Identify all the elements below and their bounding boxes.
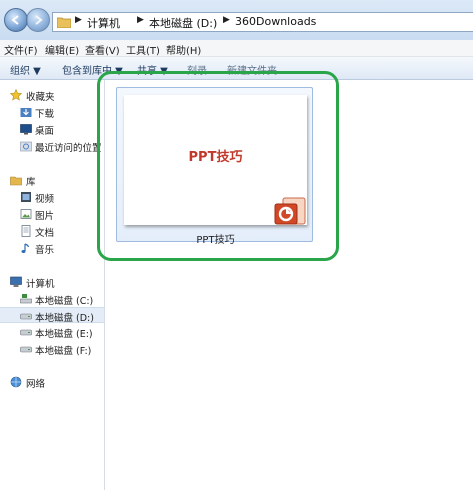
document-icon	[21, 225, 31, 237]
navigation-pane: 收藏夹 下载 桌面 最近访问的位置 库 视频 图片 文档 音乐 计算机 本地磁盘…	[0, 80, 105, 490]
menu-tools[interactable]: 工具(T)	[126, 42, 160, 57]
arrow-left-icon	[11, 15, 19, 25]
breadcrumb-separator-icon[interactable]: ▶	[223, 15, 230, 25]
folder-icon	[57, 17, 71, 28]
system-drive-icon	[20, 294, 32, 304]
recent-places-icon	[20, 141, 32, 152]
sidebar-item-label: 库	[26, 177, 36, 188]
sidebar-item-videos[interactable]: 视频	[0, 189, 104, 205]
star-icon	[10, 89, 22, 101]
download-folder-icon	[20, 108, 32, 117]
sidebar-item-downloads[interactable]: 下载	[0, 104, 104, 120]
menu-bar: 文件(F) 编辑(E) 查看(V) 工具(T) 帮助(H)	[0, 40, 473, 57]
breadcrumb[interactable]: ▶ 计算机 ▶ 本地磁盘 (D:) ▶ 360Downloads	[52, 12, 473, 32]
sidebar-item-documents[interactable]: 文档	[0, 223, 104, 239]
forward-button[interactable]	[26, 8, 50, 32]
sidebar-item-label: 桌面	[35, 126, 55, 137]
sidebar-item-label: 网络	[26, 379, 46, 390]
arrow-right-icon	[35, 15, 43, 25]
music-icon	[21, 243, 30, 253]
back-button[interactable]	[4, 8, 28, 32]
sidebar-item-music[interactable]: 音乐	[0, 240, 104, 256]
sidebar-item-label: 本地磁盘 (F:)	[35, 346, 92, 357]
sidebar-item-drive-c[interactable]: 本地磁盘 (C:)	[0, 291, 104, 307]
sidebar-item-drive-d[interactable]: 本地磁盘 (D:)	[0, 307, 104, 324]
hard-drive-icon	[20, 346, 32, 353]
sidebar-item-favorites[interactable]: 收藏夹	[0, 87, 104, 103]
menu-file[interactable]: 文件(F)	[4, 42, 38, 57]
library-icon	[10, 176, 22, 186]
video-icon	[21, 192, 31, 202]
computer-icon	[10, 276, 22, 287]
sidebar-item-label: 本地磁盘 (E:)	[35, 329, 93, 340]
sidebar-item-pictures[interactable]: 图片	[0, 206, 104, 222]
desktop-icon	[20, 124, 32, 135]
sidebar-item-label: 收藏夹	[26, 92, 55, 103]
network-icon	[10, 376, 22, 388]
sidebar-item-network[interactable]: 网络	[0, 374, 104, 390]
breadcrumb-360downloads[interactable]: 360Downloads	[235, 15, 316, 28]
sidebar-item-drive-e[interactable]: 本地磁盘 (E:)	[0, 324, 104, 340]
sidebar-item-recent-places[interactable]: 最近访问的位置	[0, 138, 104, 154]
sidebar-item-computer[interactable]: 计算机	[0, 274, 104, 290]
sidebar-item-label: 文档	[35, 228, 55, 239]
breadcrumb-drive-d[interactable]: 本地磁盘 (D:)	[149, 15, 217, 31]
menu-view[interactable]: 查看(V)	[85, 42, 120, 57]
sidebar-item-label: 本地磁盘 (D:)	[35, 313, 94, 324]
sidebar-item-label: 本地磁盘 (C:)	[35, 296, 94, 307]
sidebar-item-label: 下载	[35, 109, 55, 120]
sidebar-item-label: 图片	[35, 211, 55, 222]
sidebar-item-label: 最近访问的位置	[35, 143, 102, 154]
hard-drive-icon	[20, 329, 32, 336]
organize-button[interactable]: 组织 ▼	[10, 62, 41, 77]
sidebar-item-label: 计算机	[26, 279, 55, 290]
breadcrumb-separator-icon[interactable]: ▶	[75, 15, 82, 25]
sidebar-item-desktop[interactable]: 桌面	[0, 121, 104, 137]
menu-edit[interactable]: 编辑(E)	[45, 42, 79, 57]
menu-help[interactable]: 帮助(H)	[166, 42, 201, 57]
breadcrumb-computer[interactable]: 计算机	[87, 15, 120, 31]
picture-icon	[20, 209, 32, 219]
sidebar-item-drive-f[interactable]: 本地磁盘 (F:)	[0, 341, 104, 357]
address-bar: ▶ 计算机 ▶ 本地磁盘 (D:) ▶ 360Downloads	[0, 0, 473, 41]
breadcrumb-separator-icon[interactable]: ▶	[137, 15, 144, 25]
sidebar-item-libraries[interactable]: 库	[0, 172, 104, 188]
sidebar-item-label: 音乐	[35, 245, 55, 256]
hard-drive-icon	[20, 313, 32, 320]
sidebar-item-label: 视频	[35, 194, 55, 205]
highlight-annotation	[97, 71, 339, 261]
